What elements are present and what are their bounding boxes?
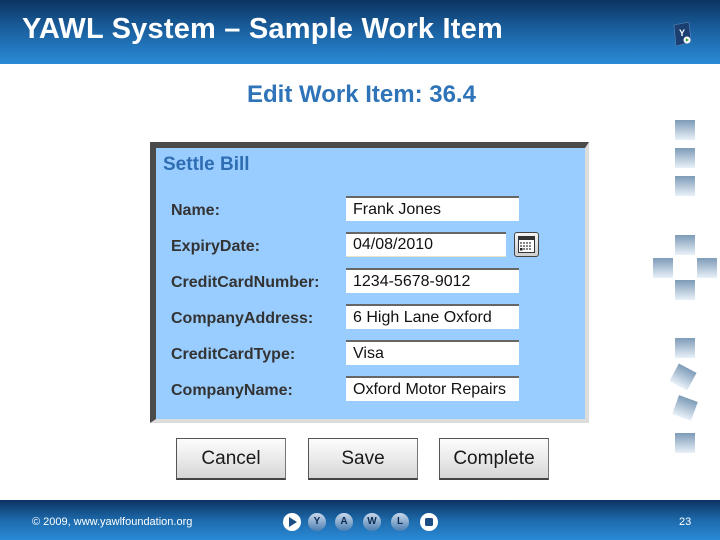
expiry-date-label: ExpiryDate: <box>171 238 260 255</box>
play-icon <box>289 517 297 527</box>
credit-card-type-row: CreditCardType: <box>156 340 585 370</box>
settle-bill-form: Settle Bill Name: ExpiryDate: CreditCard… <box>150 142 589 423</box>
credit-card-number-label: CreditCardNumber: <box>171 274 320 291</box>
slide-footer: © 2009, www.yawlfoundation.org Y A W L 2… <box>0 500 720 540</box>
credit-card-type-label: CreditCardType: <box>171 346 296 363</box>
copyright-text: © 2009, www.yawlfoundation.org <box>32 516 193 528</box>
name-label: Name: <box>171 202 220 219</box>
nav-w[interactable]: W <box>363 513 381 531</box>
decor-square-icon <box>675 338 695 358</box>
slide-header: YAWL System – Sample Work Item Y <box>0 0 720 64</box>
company-name-input[interactable] <box>346 376 519 401</box>
decor-square-icon <box>675 176 695 196</box>
company-name-row: CompanyName: <box>156 376 585 406</box>
company-address-row: CompanyAddress: <box>156 304 585 334</box>
stop-button[interactable] <box>420 513 438 531</box>
calendar-icon <box>518 236 535 253</box>
cancel-button[interactable]: Cancel <box>176 438 286 480</box>
company-name-label: CompanyName: <box>171 382 293 399</box>
save-button[interactable]: Save <box>308 438 418 480</box>
complete-button[interactable]: Complete <box>439 438 549 480</box>
nav-y[interactable]: Y <box>308 513 326 531</box>
nav-a[interactable]: A <box>335 513 353 531</box>
company-address-label: CompanyAddress: <box>171 310 314 327</box>
yawl-logo-icon: Y <box>673 22 692 46</box>
form-title: Settle Bill <box>163 154 250 175</box>
play-button[interactable] <box>283 513 301 531</box>
name-input[interactable] <box>346 196 519 221</box>
calendar-button[interactable] <box>514 232 539 257</box>
page-number: 23 <box>679 516 692 528</box>
decor-square-icon <box>675 120 695 140</box>
decor-square-icon <box>675 433 695 453</box>
company-address-input[interactable] <box>346 304 519 329</box>
svg-text:Y: Y <box>679 28 685 38</box>
decor-square-icon <box>675 148 695 168</box>
expiry-date-row: ExpiryDate: <box>156 232 585 262</box>
decorative-squares <box>640 110 720 460</box>
decor-square-icon <box>675 235 695 255</box>
decor-square-icon <box>697 258 717 278</box>
decor-square-icon <box>653 258 673 278</box>
expiry-date-input[interactable] <box>346 232 506 257</box>
credit-card-type-input[interactable] <box>346 340 519 365</box>
stop-icon <box>425 518 433 526</box>
credit-card-number-input[interactable] <box>346 268 519 293</box>
nav-l[interactable]: L <box>391 513 409 531</box>
decor-square-icon <box>669 363 697 391</box>
credit-card-number-row: CreditCardNumber: <box>156 268 585 298</box>
decor-square-icon <box>675 280 695 300</box>
work-item-title: Edit Work Item: 36.4 <box>247 81 476 108</box>
name-row: Name: <box>156 196 585 226</box>
decor-square-icon <box>672 395 698 421</box>
slide-title: YAWL System – Sample Work Item <box>22 13 503 45</box>
